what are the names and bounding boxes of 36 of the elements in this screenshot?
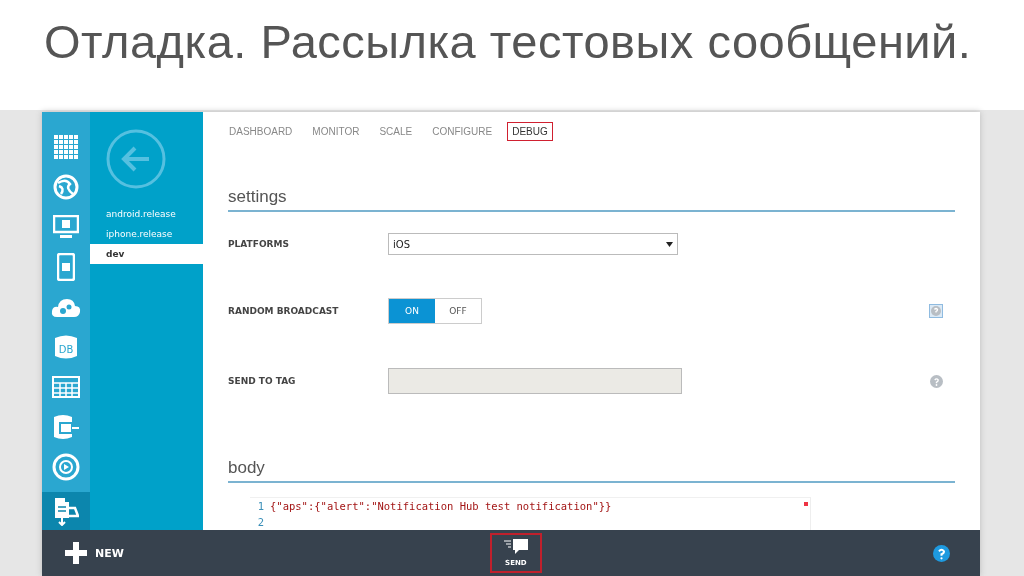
- section-heading: settings: [228, 187, 955, 212]
- new-button[interactable]: NEW: [65, 542, 124, 564]
- line-number: 1: [256, 500, 264, 512]
- notification-hub-icon: [53, 496, 79, 526]
- line-number: 2: [256, 516, 264, 528]
- plus-icon: [65, 542, 87, 564]
- grid-icon: [54, 135, 78, 159]
- hub-item[interactable]: android.release: [90, 204, 203, 224]
- field-label: SEND TO TAG: [228, 376, 297, 386]
- slide-title: Отладка. Рассылка тестовых сообщений.: [44, 14, 973, 69]
- hub-item[interactable]: iphone.release: [90, 224, 203, 244]
- nav-tab[interactable]: CONFIGURE: [427, 121, 498, 141]
- platform-dropdown[interactable]: iOS: [388, 233, 678, 255]
- help-icon[interactable]: [933, 544, 950, 562]
- toggle-option[interactable]: ON: [389, 299, 435, 323]
- service-nav-button[interactable]: [42, 492, 90, 530]
- nav-tab[interactable]: DASHBOARD: [224, 121, 298, 141]
- field-label: PLATFORMS: [228, 239, 290, 249]
- section-heading: body: [228, 458, 955, 483]
- nav-tab[interactable]: DEBUG: [507, 121, 553, 141]
- hub-item[interactable]: dev: [90, 244, 203, 264]
- error-marker: [804, 502, 808, 506]
- globe-icon: [53, 174, 79, 200]
- media-play-icon: [52, 453, 80, 481]
- send-message-icon: [503, 539, 528, 555]
- phone-icon: [57, 253, 75, 281]
- nav-tab[interactable]: MONITOR: [307, 121, 365, 141]
- table-icon: [52, 376, 80, 398]
- dropdown-caret-icon: [666, 241, 673, 247]
- database-icon: DB: [54, 333, 78, 361]
- code-line: {"aps":{"alert":"Notification Hub test notification"}}: [270, 500, 612, 512]
- nav-tab[interactable]: SCALE: [374, 121, 418, 141]
- field-label: RANDOM BROADCAST: [228, 306, 340, 316]
- service-nav-button[interactable]: DB: [42, 327, 90, 367]
- storage-icon: [52, 413, 80, 441]
- monitor-icon: [53, 215, 79, 239]
